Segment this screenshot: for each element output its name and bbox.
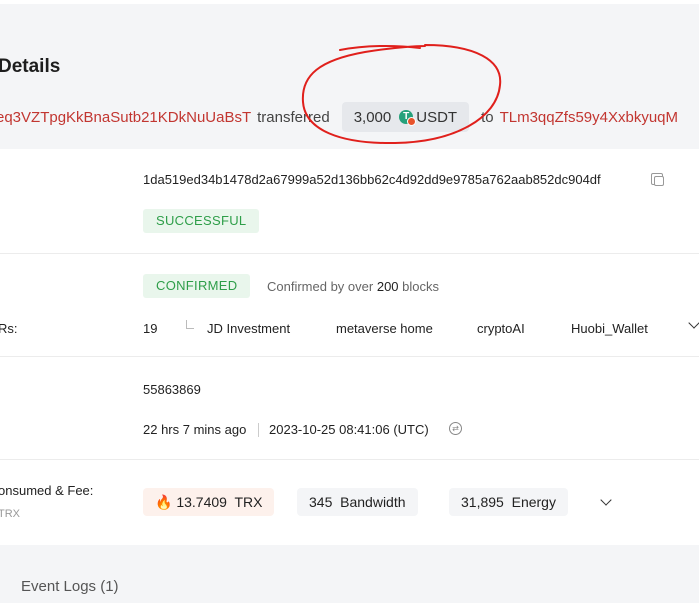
sr-item[interactable]: JD Investment xyxy=(207,321,290,336)
amount-value: 3,000 xyxy=(353,108,392,126)
transaction-hash: 1da519ed34b1478d2a67999a52d136bb62c4d92d… xyxy=(143,172,601,187)
sr-item[interactable]: Huobi_Wallet xyxy=(571,321,648,336)
sr-tree-connector-icon xyxy=(186,320,194,329)
sr-item[interactable]: metaverse home xyxy=(336,321,433,336)
chevron-down-icon[interactable] xyxy=(688,317,699,329)
page-title: Details xyxy=(0,56,61,77)
trx-fee-chip: 🔥 13.7409 TRX xyxy=(143,488,275,516)
sr-label: Rs: xyxy=(0,321,18,336)
fee-row: onsumed & Fee: TRX 🔥 13.7409 TRX 345 Ban… xyxy=(0,459,699,545)
usdt-token-icon: T xyxy=(399,110,417,126)
from-address-link[interactable]: eq3VZTpgKkBnaSutb21KDkNuUaBsT xyxy=(0,109,251,126)
fee-sublabel: TRX xyxy=(0,508,20,520)
trx-value: 13.7409 xyxy=(176,494,227,510)
confirmed-by-text: Confirmed by over 200 blocks xyxy=(267,279,439,294)
energy-chip: 31,895 Energy xyxy=(449,488,568,516)
token-symbol[interactable]: USDT xyxy=(416,109,457,126)
confirm-row: CONFIRMED Confirmed by over 200 blocks R… xyxy=(0,253,699,357)
event-logs-tab[interactable]: Event Logs (1) xyxy=(21,578,119,595)
copy-icon[interactable] xyxy=(651,173,664,186)
block-number[interactable]: 55863869 xyxy=(143,382,201,397)
sr-count: 19 xyxy=(143,321,158,336)
fire-icon: 🔥 xyxy=(155,494,173,510)
confirmed-prefix: Confirmed by over xyxy=(267,279,374,294)
confirmed-badge: CONFIRMED xyxy=(143,274,251,298)
energy-unit: Energy xyxy=(511,494,556,510)
age-text: 22 hrs 7 mins ago xyxy=(143,422,247,437)
time-toggle-icon[interactable]: ⇄ xyxy=(449,422,462,435)
timestamp-text: 2023-10-25 08:41:06 (UTC) xyxy=(269,422,429,437)
blocks-count: 200 xyxy=(376,279,399,294)
divider xyxy=(258,423,259,437)
sr-item[interactable]: cryptoAI xyxy=(477,321,525,336)
trx-unit: TRX xyxy=(234,494,263,510)
energy-value: 31,895 xyxy=(461,494,504,510)
expand-chevron-icon[interactable] xyxy=(600,494,612,506)
blocks-suffix: blocks xyxy=(402,279,440,294)
amount-chip: 3,000 T USDT xyxy=(341,102,470,132)
transfer-summary: eq3VZTpgKkBnaSutb21KDkNuUaBsT transferre… xyxy=(0,102,678,132)
fee-label: onsumed & Fee: xyxy=(0,483,94,498)
to-address-link[interactable]: TLm3qqZfs59y4XxbkyuqM xyxy=(500,109,678,126)
status-badge: SUCCESSFUL xyxy=(143,209,260,233)
bandwidth-unit: Bandwidth xyxy=(340,494,406,510)
bandwidth-value: 345 xyxy=(309,494,333,510)
hash-row: 1da519ed34b1478d2a67999a52d136bb62c4d92d… xyxy=(0,149,699,254)
bandwidth-chip: 345 Bandwidth xyxy=(297,488,418,516)
header-panel: Details eq3VZTpgKkBnaSutb21KDkNuUaBsT tr… xyxy=(0,4,699,149)
transferred-text: transferred xyxy=(257,108,330,126)
block-row: 55863869 22 hrs 7 mins ago 2023-10-25 08… xyxy=(0,356,699,460)
to-text: to xyxy=(481,108,494,126)
